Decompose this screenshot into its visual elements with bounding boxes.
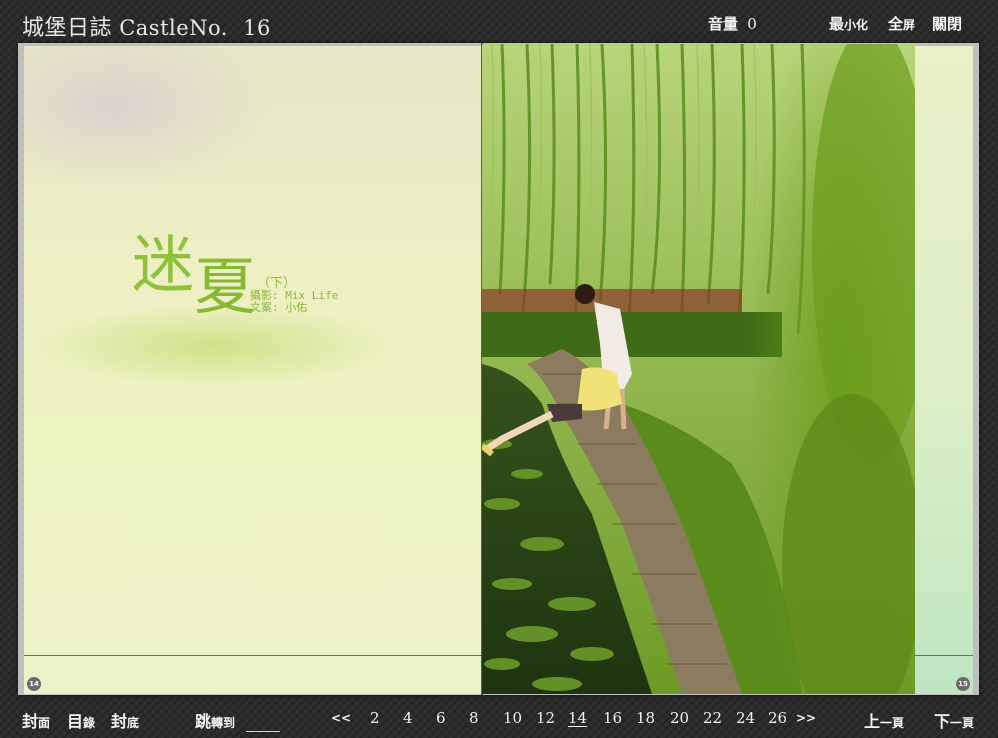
- pages-next-arrow[interactable]: >>: [796, 711, 816, 725]
- next-page-label-small: 一頁: [950, 716, 975, 730]
- page-footer-line: [24, 655, 482, 656]
- minimize-label-big: 最: [829, 15, 845, 33]
- minimize-label-small: 小化: [844, 18, 869, 32]
- page-link-18[interactable]: 18: [636, 709, 655, 727]
- jump-to-label: 跳轉到: [195, 708, 235, 732]
- back-cover-button[interactable]: 封底: [111, 708, 139, 732]
- title-chinese: 城堡日誌: [22, 16, 113, 41]
- left-page[interactable]: 迷 夏 （下） 攝影: Mix Life 文案: 小佑 14: [24, 46, 482, 694]
- fullscreen-label-big: 全: [888, 15, 904, 33]
- page-number-badge-left: 14: [27, 677, 41, 691]
- contents-button[interactable]: 目錄: [67, 708, 95, 732]
- page-link-2[interactable]: 2: [370, 709, 380, 727]
- magazine-spread: 迷 夏 （下） 攝影: Mix Life 文案: 小佑 14 15: [18, 43, 979, 695]
- text-credit: 文案: 小佑: [250, 301, 308, 314]
- close-button[interactable]: 關閉: [932, 13, 962, 34]
- prev-page-button[interactable]: 上一頁: [864, 708, 904, 732]
- prev-page-label-big: 上: [864, 712, 881, 731]
- contents-label-big: 目: [67, 712, 84, 731]
- close-label: 關閉: [932, 15, 963, 33]
- fullscreen-button[interactable]: 全屏: [888, 13, 915, 34]
- pages-prev-arrow[interactable]: <<: [331, 711, 351, 725]
- cover-button[interactable]: 封面: [22, 708, 50, 732]
- cover-label-small: 面: [38, 716, 51, 730]
- volume-control[interactable]: 音量 0: [708, 13, 757, 34]
- page-link-26[interactable]: 26: [768, 709, 787, 727]
- page-link-14[interactable]: 14: [568, 709, 587, 727]
- page-link-10[interactable]: 10: [503, 709, 522, 727]
- fullscreen-label-small: 屏: [903, 18, 916, 32]
- magazine-title: 城堡日誌 CastleNo. 16: [22, 10, 271, 42]
- back-cover-label-big: 封: [111, 712, 128, 731]
- right-page-edge[interactable]: 15: [915, 46, 973, 694]
- next-page-label-big: 下: [934, 712, 951, 731]
- page-photo[interactable]: [482, 44, 915, 694]
- page-link-20[interactable]: 20: [670, 709, 689, 727]
- next-page-button[interactable]: 下一頁: [934, 708, 974, 732]
- page-footer-line-right: [915, 655, 973, 656]
- jump-label-big: 跳: [195, 712, 212, 731]
- issue-number: 16: [243, 16, 271, 40]
- photo-willow-pond-scene: [482, 44, 915, 694]
- jump-label-small: 轉到: [211, 716, 236, 730]
- page-link-6[interactable]: 6: [436, 709, 446, 727]
- title-char-xia: 夏: [194, 250, 257, 323]
- page-number-badge-right: 15: [956, 677, 970, 691]
- page-link-12[interactable]: 12: [536, 709, 555, 727]
- page-link-4[interactable]: 4: [403, 709, 413, 727]
- page-link-22[interactable]: 22: [703, 709, 722, 727]
- title-english: CastleNo.: [119, 16, 228, 40]
- contents-label-small: 錄: [83, 716, 96, 730]
- volume-label: 音量: [708, 15, 739, 33]
- cover-label-big: 封: [22, 712, 39, 731]
- title-char-mi: 迷: [132, 228, 195, 301]
- volume-value: 0: [747, 15, 757, 33]
- page-link-8[interactable]: 8: [469, 709, 479, 727]
- jump-page-input[interactable]: [246, 715, 280, 732]
- prev-page-label-small: 一頁: [880, 716, 905, 730]
- back-cover-label-small: 底: [127, 716, 140, 730]
- page-link-16[interactable]: 16: [603, 709, 622, 727]
- page-link-24[interactable]: 24: [736, 709, 755, 727]
- minimize-button[interactable]: 最小化: [829, 13, 868, 34]
